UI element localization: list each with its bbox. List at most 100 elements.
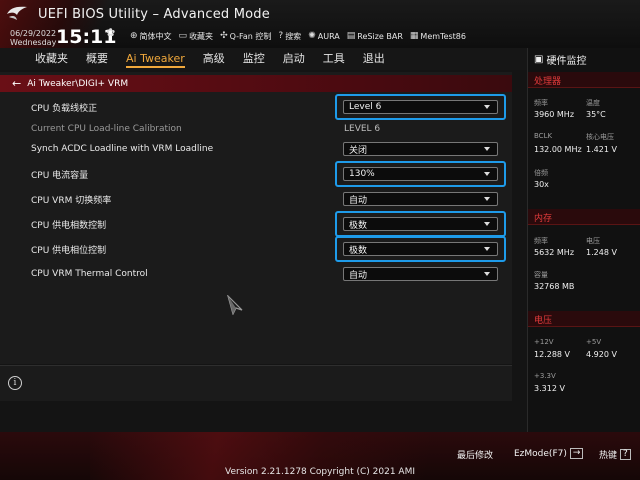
gear-icon[interactable]: ✿ [106,26,115,39]
cpu-freq-label: 频率 [534,99,548,107]
qfan-label: Q-Fan 控制 [229,31,272,41]
breadcrumb[interactable]: ← Ai Tweaker\DIGI+ VRM [0,75,512,92]
memtest-button[interactable]: ▦ MemTest86 [410,31,466,41]
power-phase-count-dropdown[interactable]: 极数 [343,217,498,231]
ratio-label: 倍频 [534,169,548,177]
setting-row-synch-acdc[interactable]: Synch ACDC Loadline with VRM Loadline 关闭 [0,138,512,160]
setting-row-cpu-current-capability[interactable]: CPU 电流容量 130% [0,161,512,187]
mouse-cursor-icon [227,295,243,315]
tab-favorites[interactable]: 收藏夹 [26,48,77,70]
info-icon[interactable]: i [8,376,22,390]
weekday-text: Wednesday [10,38,57,47]
resize-bar-button[interactable]: ▤ ReSize BAR [347,31,403,41]
header-toolbar: ⊕ 简体中文 ▭ 收藏夹 ✣ Q-Fan 控制 ? 搜索 ✺ AURA ▤ ReSize B… [130,29,466,43]
v5-value: 4.920 V [586,350,617,359]
favorites-button[interactable]: ▭ 收藏夹 [179,31,214,42]
qfan-button[interactable]: ✣ Q-Fan 控制 [220,31,271,42]
chevron-down-icon [484,247,490,251]
setting-row-power-phase-control[interactable]: CPU 供电相位控制 极数 [0,236,512,262]
date-display: 06/29/2022 Wednesday [10,29,56,47]
tab-advanced[interactable]: 高级 [194,48,234,70]
cpu-section-header: 处理器 [528,72,640,88]
ezmode-label: EzMode(F7) [514,448,567,459]
settings-panel: ← Ai Tweaker\DIGI+ VRM CPU 负载线校正 Level 6… [0,72,512,364]
setting-label: CPU 供电相数控制 [31,220,107,231]
voltage-section-header: 电压 [528,311,640,327]
setting-row-cpu-llc[interactable]: CPU 负载线校正 Level 6 [0,94,512,120]
v33-value: 3.312 V [534,384,565,393]
favorites-label: 收藏夹 [189,31,214,41]
vcore-value: 1.421 V [586,145,617,154]
cpu-current-capability-dropdown[interactable]: 130% [343,167,498,181]
last-modified-button[interactable]: 最后修改 [457,448,493,461]
ezmode-button[interactable]: EzMode(F7) → [514,448,584,459]
setting-label: CPU VRM 切换频率 [31,195,112,206]
hotkeys-label: 热键 [599,451,618,461]
monitor-screen-icon: ▣ [534,54,544,65]
mem-freq-value: 5632 MHz [534,248,575,257]
v12-value: 12.288 V [534,350,571,359]
main-menu: 收藏夹 概要 Ai Tweaker 高级 监控 启动 工具 退出 [0,48,528,70]
tab-exit[interactable]: 退出 [354,48,394,70]
dropdown-value: Level 6 [349,102,382,112]
mem-freq-label: 频率 [534,237,548,245]
memory-section-header: 内存 [528,209,640,225]
question-icon: ? [620,449,631,460]
setting-row-power-phase-count[interactable]: CPU 供电相数控制 极数 [0,211,512,237]
last-modified-label: 最后修改 [457,451,494,461]
header-bar: UEFI BIOS Utility – Advanced Mode 06/29/… [0,0,640,48]
chevron-down-icon [484,222,490,226]
synch-acdc-dropdown[interactable]: 关闭 [343,142,498,156]
vrm-thermal-control-dropdown[interactable]: 自动 [343,267,498,281]
setting-row-vrm-thermal-control[interactable]: CPU VRM Thermal Control 自动 [0,263,512,285]
memory-section-label: 内存 [534,214,553,224]
tab-ai-tweaker[interactable]: Ai Tweaker [117,48,194,70]
power-phase-control-dropdown[interactable]: 极数 [343,242,498,256]
tab-overview[interactable]: 概要 [77,48,117,70]
setting-label: CPU 供电相位控制 [31,245,107,256]
mem-cap-label: 容量 [534,271,548,279]
language-label: 简体中文 [139,31,172,41]
fan-icon: ✣ [220,31,228,41]
tab-boot[interactable]: 启动 [274,48,314,70]
current-llc-value: LEVEL 6 [344,124,381,134]
mem-volt-label: 电压 [586,237,600,245]
language-button[interactable]: ⊕ 简体中文 [130,31,172,42]
hotkeys-button[interactable]: 热键? [599,448,631,461]
chevron-down-icon [484,105,490,109]
chevron-down-icon [484,147,490,151]
monitor-title: ▣ 硬件监控 [534,52,586,67]
rog-logo-icon [7,6,27,20]
tab-tool[interactable]: 工具 [314,48,354,70]
footer-bar: 最后修改 EzMode(F7) → 热键? Version 2.21.1278 C… [0,432,640,480]
back-arrow-icon[interactable]: ← [12,77,21,90]
setting-row-current-llc: Current CPU Load-line Calibration LEVEL … [0,118,512,140]
date-text: 06/29/2022 [10,29,57,38]
setting-row-vrm-frequency[interactable]: CPU VRM 切换频率 自动 [0,188,512,210]
cpu-llc-dropdown[interactable]: Level 6 [343,100,498,114]
v5-label: +5V [586,338,602,346]
mem-cap-value: 32768 MB [534,282,575,291]
setting-label: CPU 负载线校正 [31,103,98,114]
setting-label: Current CPU Load-line Calibration [31,124,182,134]
memtest-icon: ▦ [409,31,419,41]
bookmark-icon: ▭ [178,31,188,41]
search-label: 搜索 [285,31,302,41]
resize-bar-icon: ▤ [346,31,356,41]
globe-icon: ⊕ [130,31,138,41]
vcore-label: 核心电压 [586,133,614,141]
memtest-label: MemTest86 [420,31,466,41]
search-button[interactable]: ? 搜索 [278,31,301,42]
chevron-down-icon [484,272,490,276]
dropdown-value: 极数 [349,220,368,231]
v12-label: +12V [534,338,554,346]
setting-label: CPU 电流容量 [31,170,89,181]
aura-label: AURA [317,31,340,41]
vrm-frequency-dropdown[interactable]: 自动 [343,192,498,206]
tab-monitor[interactable]: 监控 [234,48,274,70]
hardware-monitor-panel: ▣ 硬件监控 处理器 频率 温度 3960 MHz 35°C BCLK 核心电压… [527,48,640,432]
cpu-temp-value: 35°C [586,110,606,119]
aura-button[interactable]: ✺ AURA [308,31,340,41]
cpu-section-label: 处理器 [534,77,562,87]
dropdown-value: 关闭 [349,145,368,156]
